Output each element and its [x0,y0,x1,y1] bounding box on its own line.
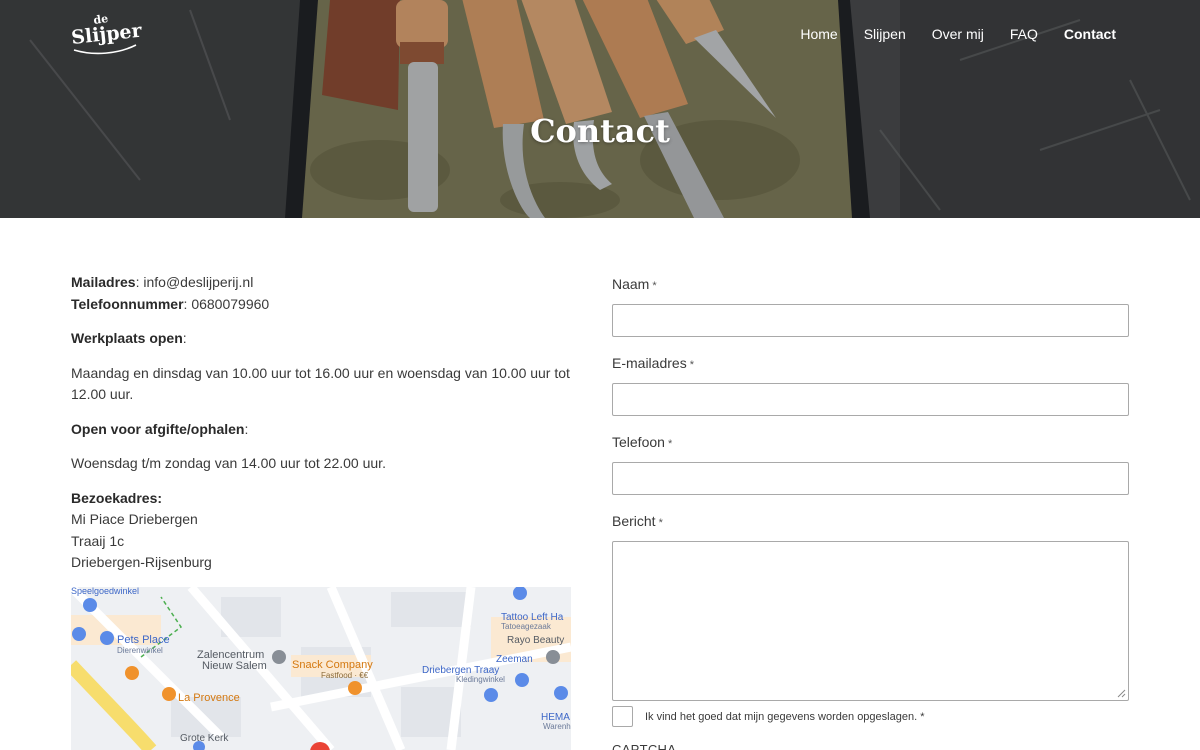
resize-handle-icon[interactable] [1116,688,1126,698]
map-label: Rayo Beauty [507,635,564,646]
workshop-heading: Werkplaats open: [71,330,187,346]
google-map[interactable]: Speelgoedwinkel Pets Place Dierenwinkel … [71,587,571,750]
address-label: Bezoekadres: [71,489,163,506]
name-label-text: Naam [612,276,650,292]
logo-image: de Slijperij [70,12,157,55]
message-label-text: Bericht [612,513,656,529]
mail-value: info@deslijperij.nl [143,274,254,290]
consent-row: Ik vind het goed dat mijn gegevens worde… [612,706,924,727]
dropoff-hours: Woensdag t/m zondag van 14.00 uur tot 22… [71,455,386,471]
map-label: Nieuw Salem [202,660,267,672]
mail-label: Mailadres [71,274,136,290]
address-line: Mi Piace Driebergen [71,511,198,527]
map-label: Warenh [543,722,571,731]
site-logo[interactable]: de Slijperij [70,12,157,56]
consent-label: Ik vind het goed dat mijn gegevens worde… [645,710,925,723]
dropoff-label: Open voor afgifte/ophalen [71,420,245,437]
hero-banner: de Slijperij Home Slijpen Over mij FAQ C… [0,0,1200,218]
map-label: Grote Kerk [180,733,229,744]
map-label: Snack Company [292,659,373,671]
workshop-label: Werkplaats open [71,330,183,346]
phone-value: 0680079960 [191,295,270,312]
required-mark: * [658,517,663,529]
nav-home[interactable]: Home [800,25,837,43]
main-navigation: Home Slijpen Over mij FAQ Contact [774,25,1116,43]
email-label: E-mailadres * [612,353,1130,375]
page-title: Contact [530,112,670,150]
phone-field-label: Telefoon * [612,432,1130,454]
address-line: Driebergen-Rijsenburg [71,554,212,570]
map-label: Kledingwinkel [456,675,505,684]
required-mark: * [689,359,694,371]
workshop-hours: Maandag en dinsdag van 10.00 uur tot 16.… [71,364,570,403]
map-label: Speelgoedwinkel [71,587,139,596]
phone-label-text: Telefoon [612,434,665,450]
contact-form: Naam * E-mailadres * Telefoon * Bericht * Ik… [612,272,1130,750]
map-label: La Provence [178,692,240,704]
svg-text:Slijperij: Slijperij [70,18,142,49]
address-line: Traaij 1c [71,532,125,549]
phone-label: Telefoonnummer [71,295,184,312]
message-textarea[interactable] [612,541,1129,701]
phone-input[interactable] [612,462,1129,495]
consent-checkbox[interactable] [612,706,633,727]
nav-over-mij[interactable]: Over mij [932,25,984,43]
address-block: Bezoekadres: Mi Piace Driebergen Traaij … [71,488,571,574]
nav-faq[interactable]: FAQ [1010,25,1038,43]
required-mark: * [652,280,657,292]
map-label: Pets Place [117,634,170,646]
dropoff-heading: Open voor afgifte/ophalen: [71,420,249,437]
map-label: Tatoeagezaak [501,622,552,631]
email-label-text: E-mailadres [612,355,687,371]
map-canvas[interactable]: Speelgoedwinkel Pets Place Dierenwinkel … [71,587,571,750]
contact-details: Mailadres: info@deslijperij.nl Telefoonn… [71,274,270,312]
captcha-label: CAPTCHA [612,742,677,750]
map-label: Dierenwinkel [117,646,163,655]
email-input[interactable] [612,383,1129,416]
name-label: Naam * [612,274,1130,296]
required-mark: * [667,438,673,450]
nav-contact[interactable]: Contact [1064,25,1116,43]
map-label: Fastfood · €€ [321,671,369,680]
nav-slijpen[interactable]: Slijpen [864,25,906,43]
contact-info: Mailadres: info@deslijperij.nl Telefoonn… [71,272,571,587]
map-label: Zeeman [496,654,533,665]
name-input[interactable] [612,304,1129,337]
message-label: Bericht * [612,511,1130,533]
